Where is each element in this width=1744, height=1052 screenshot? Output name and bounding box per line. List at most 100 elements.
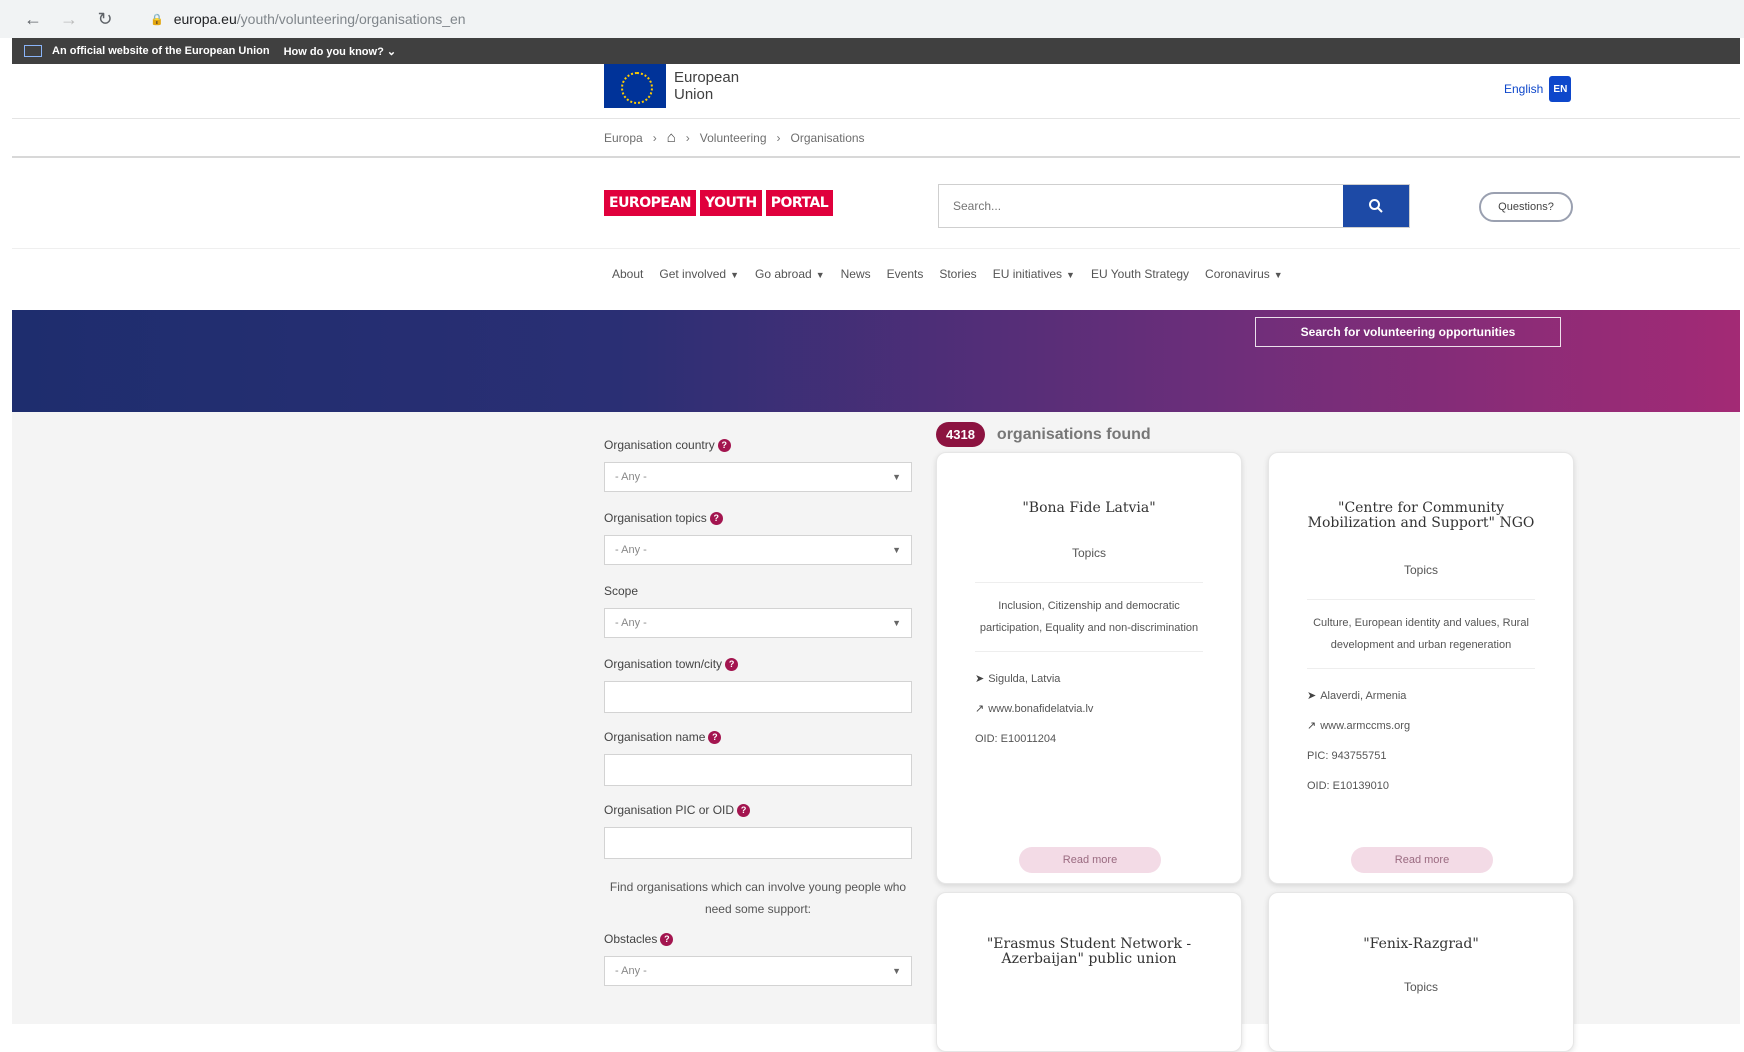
organisation-topics-label: Organisation topics? (604, 509, 912, 527)
caret-down-icon: ▼ (730, 269, 739, 280)
results-found-text: organisations found (996, 425, 1151, 443)
nav-item-events[interactable]: Events (887, 267, 924, 281)
nav-item-get-involved[interactable]: Get involved ▼ (659, 267, 739, 281)
card-title[interactable]: "Fenix-Razgrad" (1269, 937, 1573, 952)
nav-item-news[interactable]: News (841, 267, 871, 281)
questions-button[interactable]: Questions? (1479, 192, 1573, 222)
external-link-icon: ↗ (975, 703, 985, 715)
url-path: /youth/volunteering/organisations_en (236, 11, 466, 27)
language-selector[interactable]: English EN (1504, 76, 1572, 102)
nav-item-eu-youth-strategy[interactable]: EU Youth Strategy (1091, 267, 1189, 281)
main-navigation: About Get involved ▼ Go abroad ▼ News Even… (12, 248, 1740, 298)
breadcrumb-organisations: Organisations (790, 130, 865, 145)
filter-sidebar: Organisation country? - Any - ▼ Organisat… (604, 436, 912, 986)
card-website[interactable]: ↗ www.bonafidelatvia.lv (975, 694, 1241, 724)
results-summary: 4318 organisations found (936, 422, 1151, 447)
chevron-right-icon: › (685, 130, 690, 145)
divider (1307, 599, 1535, 600)
eu-emblem-icon (604, 64, 666, 108)
address-bar[interactable]: 🔒 europa.eu/youth/volunteering/organisat… (150, 11, 466, 27)
help-icon[interactable]: ? (737, 803, 751, 817)
chevron-down-icon: ▼ (892, 966, 901, 976)
nav-item-go-abroad[interactable]: Go abroad ▼ (755, 267, 825, 281)
card-pic: PIC: 943755751 (1307, 750, 1387, 762)
chevron-down-icon: ▼ (892, 618, 901, 628)
card-oid: OID: E10011204 (975, 733, 1057, 745)
card-title[interactable]: "Erasmus Student Network - Azerbaijan" p… (937, 937, 1241, 967)
organisation-town-label: Organisation town/city? (604, 655, 912, 673)
read-more-button[interactable]: Read more (1019, 847, 1161, 873)
official-eu-banner: An official website of the European Unio… (12, 38, 1740, 64)
obstacles-select[interactable]: - Any - ▼ (604, 956, 912, 986)
card-topic-tags: Inclusion, Citizenship and democratic pa… (979, 600, 1199, 634)
card-location: ➤ Alaverdi, Armenia (1307, 690, 1407, 702)
search-button[interactable] (1343, 185, 1409, 227)
help-icon[interactable]: ? (717, 438, 731, 452)
organisation-card[interactable]: "Bona Fide Latvia" Topics Inclusion, Cit… (936, 452, 1242, 884)
caret-down-icon: ▼ (1066, 269, 1075, 280)
card-topic-tags: Culture, European identity and values, R… (1313, 617, 1529, 651)
site-search (938, 184, 1410, 228)
back-arrow-icon[interactable]: ← (22, 8, 44, 30)
search-icon (1369, 199, 1383, 213)
scope-select[interactable]: - Any - ▼ (604, 608, 912, 638)
search-volunteering-opportunities-button[interactable]: Search for volunteering opportunities (1255, 317, 1561, 347)
card-topics-label: Topics (1403, 563, 1438, 577)
european-youth-portal-logo[interactable]: EUROPEAN YOUTH PORTAL (604, 190, 834, 216)
location-arrow-icon: ➤ (1307, 690, 1317, 702)
organisation-name-input[interactable] (604, 754, 912, 786)
nav-item-stories[interactable]: Stories (939, 267, 976, 281)
breadcrumb-volunteering[interactable]: Volunteering (700, 131, 767, 145)
organisation-pic-input[interactable] (604, 827, 912, 859)
scope-label: Scope (604, 584, 639, 598)
help-icon[interactable]: ? (660, 932, 674, 946)
location-arrow-icon: ➤ (975, 673, 985, 685)
results-area: Organisation country? - Any - ▼ Organisat… (12, 412, 1740, 1052)
divider (1307, 668, 1535, 669)
reload-icon[interactable]: ↻ (94, 8, 116, 30)
organisation-card[interactable]: "Centre for Community Mobilization and S… (1268, 452, 1574, 884)
obstacles-label: Obstacles? (604, 930, 912, 948)
how-do-you-know-link[interactable]: How do you know? ⌄ (284, 45, 397, 58)
forward-arrow-icon[interactable]: → (58, 8, 80, 30)
organisation-card[interactable]: "Fenix-Razgrad" Topics (1268, 892, 1574, 1052)
organisation-country-label: Organisation country? (604, 436, 912, 454)
help-icon[interactable]: ? (709, 511, 723, 525)
nav-item-coronavirus[interactable]: Coronavirus ▼ (1205, 267, 1283, 281)
eu-logo[interactable]: European Union (604, 64, 739, 108)
card-website[interactable]: ↗ www.armccms.org (1307, 711, 1573, 741)
language-label: English (1504, 82, 1544, 96)
results-count-badge: 4318 (936, 422, 985, 447)
chevron-right-icon: › (652, 130, 657, 145)
divider (975, 582, 1203, 583)
search-input[interactable] (939, 185, 1343, 227)
url-domain: europa.eu (173, 11, 237, 27)
chevron-down-icon: ▼ (892, 472, 901, 482)
nav-item-about[interactable]: About (612, 267, 643, 281)
card-meta: ➤ Alaverdi, Armenia ↗ www.armccms.org PIC:… (1269, 681, 1573, 801)
organisation-country-select[interactable]: - Any - ▼ (604, 462, 912, 492)
card-topics-label: Topics (1403, 980, 1438, 994)
read-more-button[interactable]: Read more (1351, 847, 1493, 873)
caret-down-icon: ▼ (1273, 269, 1283, 280)
organisation-town-input[interactable] (604, 681, 912, 713)
help-icon[interactable]: ? (725, 657, 739, 671)
card-title[interactable]: "Bona Fide Latvia" (937, 501, 1241, 516)
chevron-right-icon: › (776, 130, 781, 145)
eu-logo-text: European Union (674, 69, 740, 103)
caret-down-icon: ▼ (815, 269, 825, 280)
language-code-badge: EN (1549, 76, 1572, 102)
chevron-down-icon: ▼ (892, 545, 901, 555)
help-icon[interactable]: ? (708, 730, 722, 744)
card-title[interactable]: "Centre for Community Mobilization and S… (1269, 501, 1573, 531)
home-icon[interactable]: ⌂ (667, 129, 676, 146)
organisation-name-label: Organisation name? (604, 728, 912, 746)
organisation-card[interactable]: "Erasmus Student Network - Azerbaijan" p… (936, 892, 1242, 1052)
nav-item-eu-initiatives[interactable]: EU initiatives ▼ (993, 267, 1075, 281)
organisation-topics-select[interactable]: - Any - ▼ (604, 535, 912, 565)
breadcrumb-europa[interactable]: Europa (604, 131, 643, 145)
portal-header: EUROPEAN YOUTH PORTAL Questions? (12, 160, 1740, 248)
hero-banner: Search for volunteering opportunities (12, 310, 1740, 412)
card-location: ➤ Sigulda, Latvia (975, 673, 1061, 685)
organisation-pic-label: Organisation PIC or OID? (604, 801, 912, 819)
